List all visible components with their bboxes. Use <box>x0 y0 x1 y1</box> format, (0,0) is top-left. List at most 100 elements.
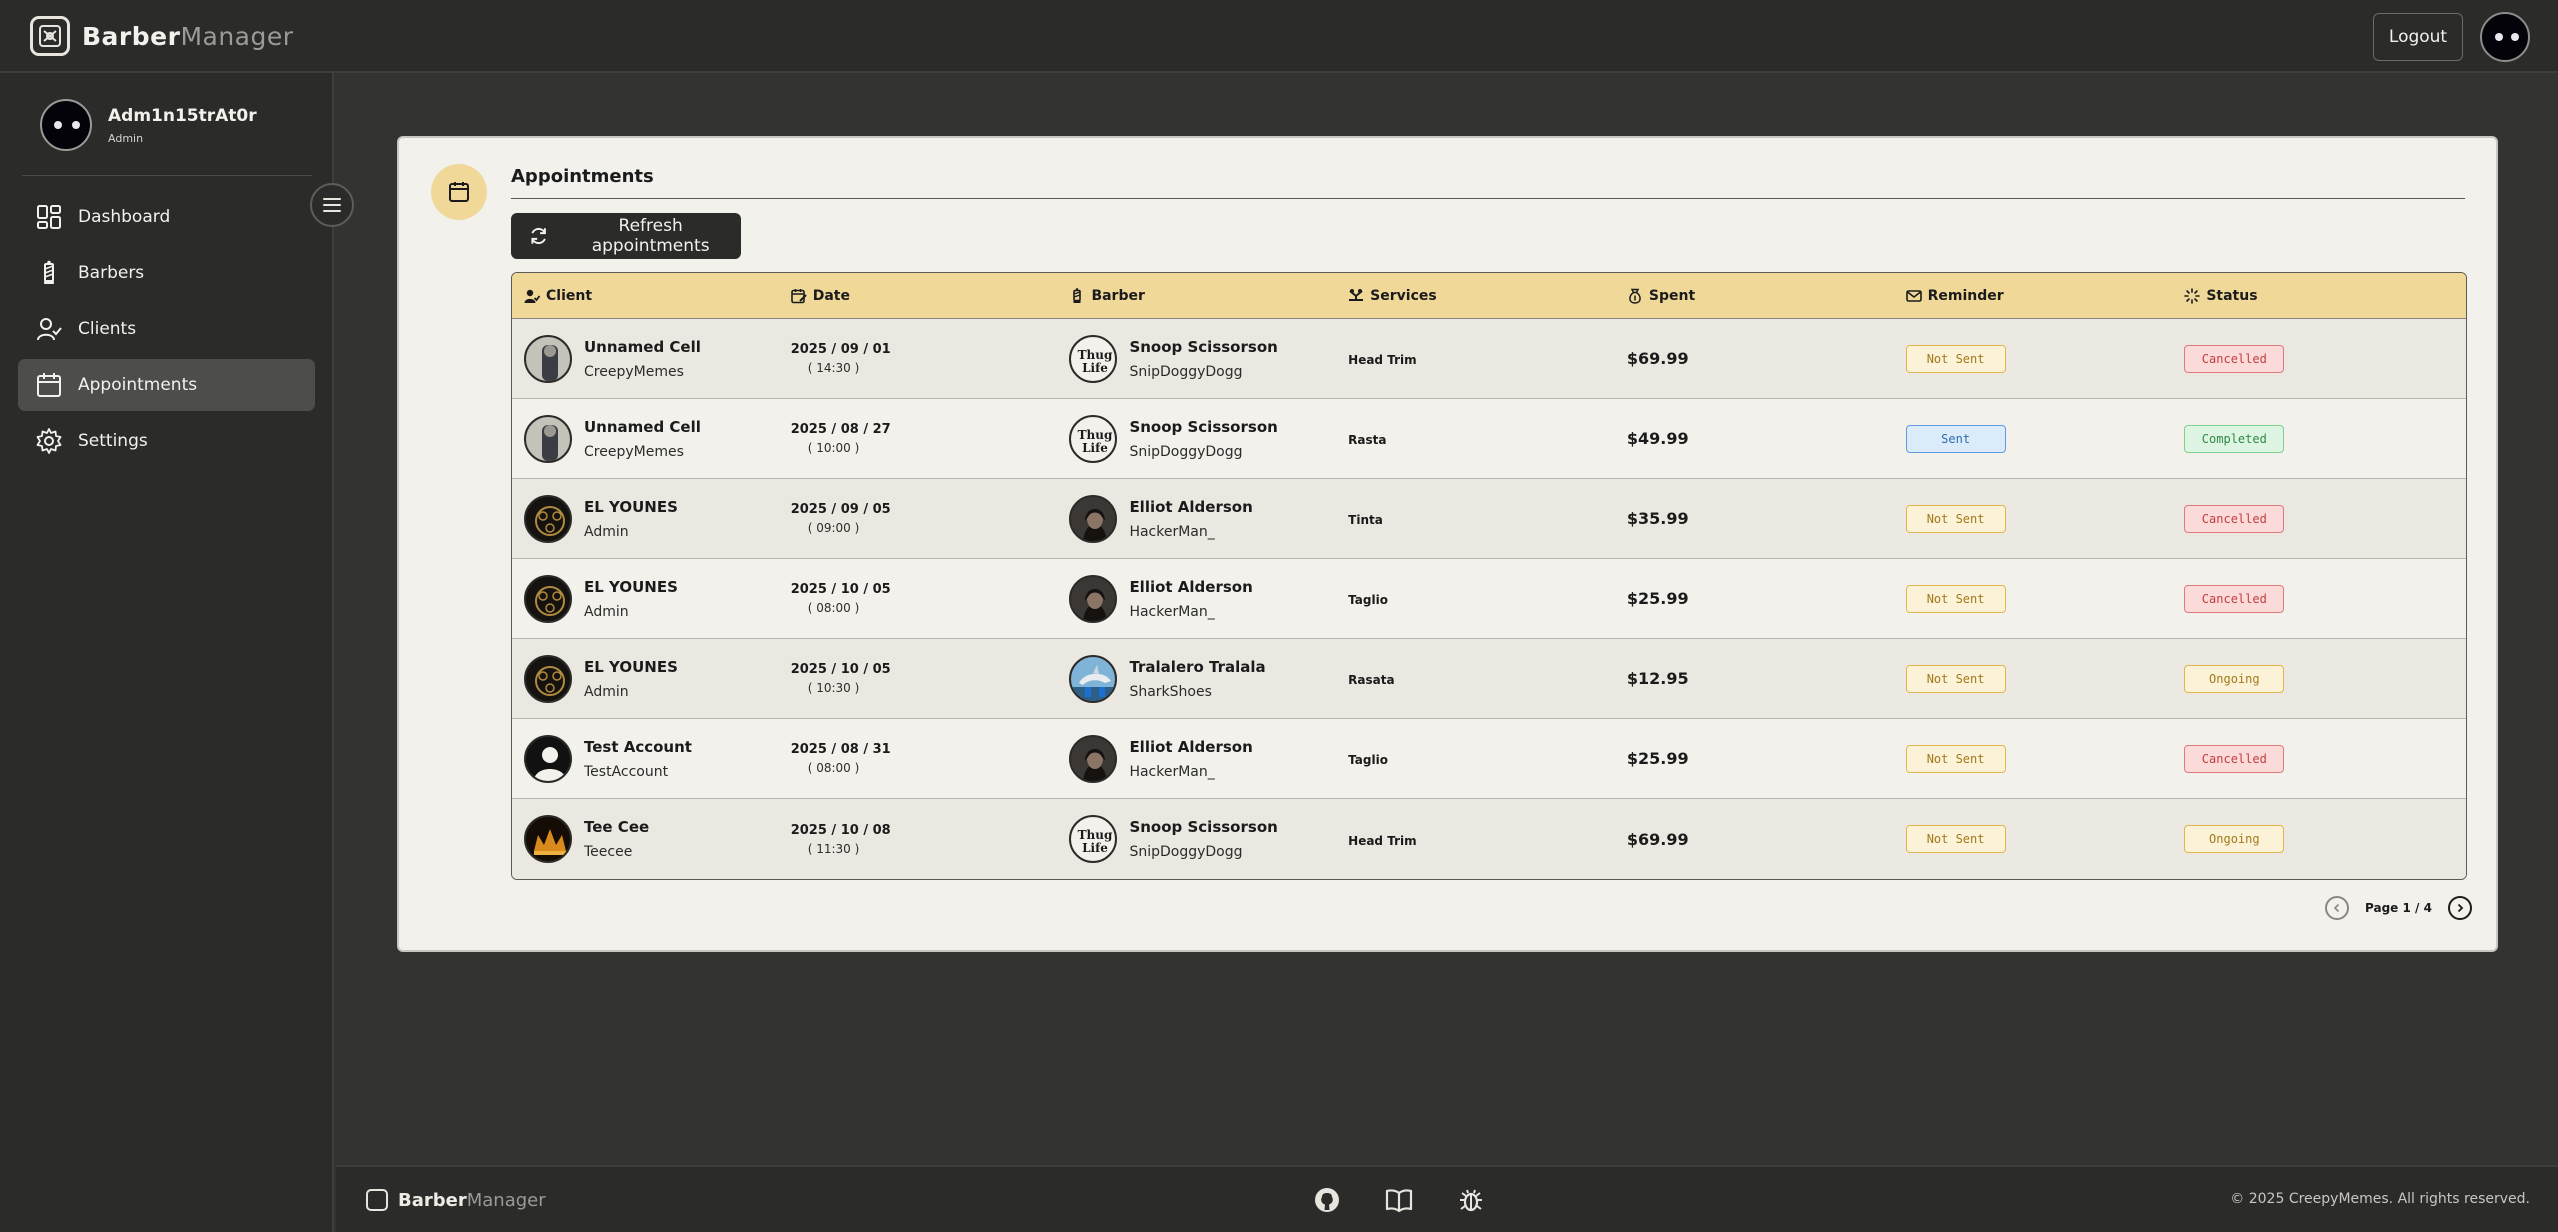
column-header-services[interactable]: Services <box>1348 273 1627 318</box>
client-avatar <box>524 574 572 623</box>
client-name: EL YOUNES <box>584 497 678 516</box>
brand[interactable]: BarberManager <box>30 16 294 56</box>
barber-name: Snoop Scissorson <box>1129 337 1278 356</box>
barber-pole-icon <box>44 260 54 284</box>
bug-icon[interactable] <box>1456 1185 1486 1215</box>
amount-spent: $25.99 <box>1626 749 1689 768</box>
barber-avatar <box>1069 494 1118 543</box>
sidebar-divider <box>22 175 312 176</box>
barber-username: HackerMan_ <box>1129 603 1215 620</box>
reminder-badge: Not Sent <box>1905 825 2006 853</box>
sidebar-item-appointments[interactable]: Appointments <box>18 359 315 411</box>
appointment-date: 2025 / 10 / 05 <box>790 582 891 597</box>
footer-brand-secondary: Manager <box>466 1189 546 1211</box>
footer-brand[interactable]: BarberManager <box>366 1189 546 1211</box>
client-username: CreepyMemes <box>584 363 684 380</box>
barber-avatar <box>1069 574 1118 623</box>
reminder-badge: Not Sent <box>1905 744 2006 773</box>
barber-name: Elliot Alderson <box>1129 497 1253 516</box>
column-header-client[interactable]: Client <box>512 273 791 318</box>
table-row[interactable]: Test Account TestAccount 2025 / 08 / 31 ( … <box>512 719 2466 799</box>
table-row[interactable]: EL YOUNES Admin 2025 / 10 / 05 ( 10:30 ) T… <box>512 639 2466 719</box>
barber-name: Snoop Scissorson <box>1129 417 1278 436</box>
status-badge: Cancelled <box>2184 344 2285 373</box>
service-name: Taglio <box>1348 593 1388 607</box>
table-row[interactable]: Unnamed Cell CreepyMemes 2025 / 09 / 01 ( … <box>512 319 2466 399</box>
table-row[interactable]: Unnamed Cell CreepyMemes 2025 / 08 / 27 ( … <box>512 399 2466 479</box>
sidebar-item-label: Dashboard <box>78 207 171 227</box>
column-header-reminder[interactable]: Reminder <box>1905 273 2185 318</box>
amount-spent: $35.99 <box>1626 509 1689 528</box>
status-badge: Completed <box>2184 424 2285 453</box>
reminder-badge: Not Sent <box>1905 504 2006 533</box>
pagination: Page 1 / 4 <box>2325 896 2472 920</box>
envelope-icon <box>1905 289 1922 302</box>
appointment-date: 2025 / 10 / 08 <box>790 822 891 838</box>
table-row[interactable]: EL YOUNES Admin 2025 / 09 / 05 ( 09:00 ) E… <box>512 479 2466 559</box>
appointment-date: 2025 / 10 / 05 <box>790 662 891 677</box>
appointment-date: 2025 / 08 / 27 <box>790 422 891 437</box>
table-row[interactable]: EL YOUNES Admin 2025 / 10 / 05 ( 08:00 ) E… <box>512 559 2466 639</box>
client-avatar <box>524 494 572 543</box>
client-username: Admin <box>584 603 629 620</box>
column-header-barber[interactable]: Barber <box>1069 273 1348 318</box>
svg-text:Thug: Thug <box>1078 828 1113 842</box>
client-avatar <box>524 734 572 783</box>
column-header-date[interactable]: Date <box>790 273 1070 318</box>
sidebar-item-barbers[interactable]: Barbers <box>18 247 315 299</box>
profile: Adm1n15trAt0r Admin <box>40 99 257 151</box>
page-indicator: Page 1 / 4 <box>2365 901 2432 915</box>
sidebar: Adm1n15trAt0r Admin Dashboard Barbers Cl… <box>0 73 354 1232</box>
status-badge: Ongoing <box>2184 825 2285 853</box>
reminder-badge: Not Sent <box>1905 344 2006 373</box>
chevron-right-icon <box>2457 903 2464 913</box>
next-page-button[interactable] <box>2447 896 2472 920</box>
svg-text:Thug: Thug <box>1078 348 1113 362</box>
barber-name: Elliot Alderson <box>1129 577 1253 596</box>
svg-text:Life: Life <box>1083 841 1109 855</box>
appointment-time: ( 08:00 ) <box>807 761 860 775</box>
refresh-appointments-button[interactable]: Refresh appointments <box>511 213 741 259</box>
book-icon[interactable] <box>1384 1185 1414 1215</box>
sidebar-item-dashboard[interactable]: Dashboard <box>18 191 315 243</box>
github-icon[interactable] <box>1312 1185 1342 1215</box>
top-bar: BarberManager Logout <box>0 0 2558 73</box>
appointment-date: 2025 / 09 / 05 <box>790 502 891 517</box>
previous-page-button[interactable] <box>2325 896 2349 920</box>
sidebar-item-settings[interactable]: Settings <box>18 415 315 467</box>
appointment-time: ( 14:30 ) <box>807 361 860 375</box>
service-name: Rasata <box>1348 673 1395 687</box>
refresh-label: Refresh appointments <box>591 216 710 256</box>
sidebar-item-label: Appointments <box>78 375 198 395</box>
table-row[interactable]: Tee Cee Teecee 2025 / 10 / 08 ( 11:30 ) Th… <box>512 799 2466 879</box>
page-title: Appointments <box>511 166 654 187</box>
barber-name: Elliot Alderson <box>1129 737 1253 756</box>
service-name: Head Trim <box>1348 833 1417 848</box>
barber-avatar: Thug Life <box>1069 334 1118 383</box>
client-username: Admin <box>584 523 629 540</box>
client-username: CreepyMemes <box>584 443 684 460</box>
column-header-status[interactable]: Status <box>2184 273 2466 318</box>
sidebar-toggle-button[interactable] <box>310 183 354 227</box>
logout-button[interactable]: Logout <box>2373 13 2463 61</box>
svg-text:Life: Life <box>1083 361 1109 375</box>
service-name: Tinta <box>1348 513 1383 527</box>
barber-avatar: Thug Life <box>1069 414 1118 463</box>
status-badge: Cancelled <box>2184 744 2285 773</box>
appointments-table: Client Date Barber Services Spent Remind… <box>511 272 2467 880</box>
calendar-icon <box>431 164 487 220</box>
user-avatar[interactable] <box>2480 12 2530 62</box>
barber-chair-logo-icon <box>366 1189 388 1211</box>
footer-links <box>1312 1185 1486 1215</box>
money-bag-icon <box>1629 288 1641 304</box>
barber-avatar: Thug Life <box>1069 815 1118 863</box>
sidebar-item-label: Clients <box>78 319 137 339</box>
amount-spent: $69.99 <box>1626 829 1689 849</box>
user-check-icon <box>524 289 540 303</box>
appointment-date: 2025 / 08 / 31 <box>790 742 891 757</box>
barber-name: Tralalero Tralala <box>1129 657 1266 676</box>
sidebar-item-label: Barbers <box>78 263 145 283</box>
column-header-spent[interactable]: Spent <box>1627 273 1906 318</box>
service-name: Taglio <box>1348 753 1388 767</box>
sidebar-item-clients[interactable]: Clients <box>18 303 315 355</box>
